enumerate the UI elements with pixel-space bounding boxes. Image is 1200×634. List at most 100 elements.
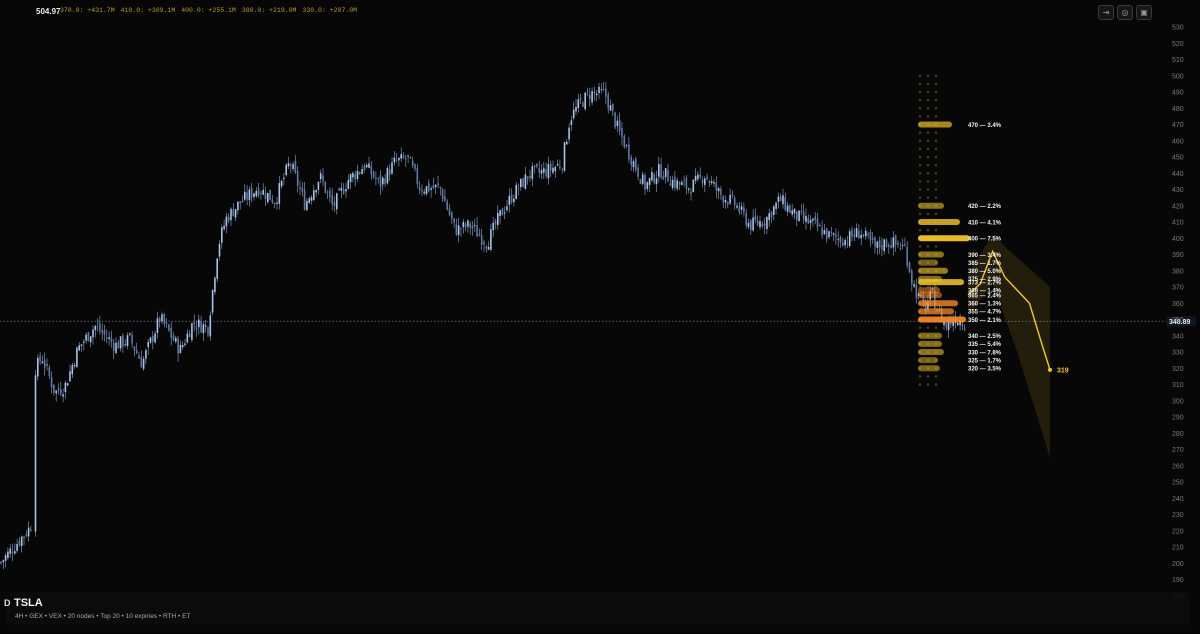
y-tick-label: 370 bbox=[1172, 285, 1184, 292]
candle-body bbox=[405, 158, 407, 160]
candle-body bbox=[255, 191, 258, 197]
candle-body bbox=[621, 127, 623, 138]
candle-body bbox=[685, 178, 688, 189]
candle-body bbox=[276, 202, 278, 204]
candle-body bbox=[69, 371, 71, 382]
gex-node-dot bbox=[918, 74, 922, 78]
gex-node-dot bbox=[934, 131, 938, 134]
candle-body bbox=[425, 186, 428, 195]
gex-level-label: 360 — 1.3% bbox=[968, 302, 1002, 308]
candle-body bbox=[851, 229, 853, 237]
gex-node-dot bbox=[934, 74, 938, 78]
candle-body bbox=[230, 208, 232, 221]
candle-body bbox=[717, 188, 720, 192]
gex-level-bar bbox=[918, 235, 970, 242]
candle-body bbox=[365, 165, 368, 168]
target-icon[interactable]: ◎ bbox=[1117, 5, 1133, 20]
y-tick-label: 500 bbox=[1172, 73, 1184, 80]
share-icon[interactable]: ⇥ bbox=[1098, 5, 1114, 20]
candle-body bbox=[372, 171, 375, 178]
candle-body bbox=[354, 174, 356, 180]
candle-body bbox=[692, 179, 695, 193]
candle-body bbox=[232, 209, 235, 217]
gex-node-dot bbox=[934, 196, 938, 199]
candle-body bbox=[947, 321, 950, 331]
y-tick-label: 510 bbox=[1172, 57, 1184, 64]
gex-node-dot bbox=[934, 82, 938, 86]
candle-body bbox=[835, 234, 837, 238]
candle-body bbox=[64, 382, 67, 392]
candle-body bbox=[750, 220, 752, 231]
corner-label: D bbox=[4, 598, 11, 608]
candle-body bbox=[885, 239, 888, 248]
candle-body bbox=[331, 195, 333, 205]
candle-body bbox=[262, 189, 264, 195]
price-axis[interactable]: 530 520 510 500 490 480 470 460 450 440 430 420 410 4… bbox=[1172, 25, 1184, 601]
candle-body bbox=[761, 223, 764, 227]
candle-body bbox=[549, 163, 552, 171]
candle-body bbox=[184, 343, 186, 346]
candle-body bbox=[669, 183, 672, 186]
candle-body bbox=[244, 191, 246, 200]
candle-body bbox=[731, 194, 734, 196]
candle-body bbox=[759, 221, 761, 228]
candle-body bbox=[963, 328, 966, 330]
gex-node-dot bbox=[926, 383, 930, 386]
candle-body bbox=[287, 163, 290, 167]
gex-summary-item: 410.0: +309.1M bbox=[120, 7, 176, 14]
candle-body bbox=[377, 177, 379, 179]
candle-body bbox=[234, 209, 237, 218]
candle-body bbox=[904, 244, 906, 246]
candle-body bbox=[510, 194, 513, 203]
gex-node-dot bbox=[918, 98, 922, 102]
candle-body bbox=[609, 105, 612, 111]
gex-node-dot bbox=[918, 196, 922, 199]
candle-body bbox=[267, 193, 269, 203]
candle-body bbox=[119, 336, 122, 349]
candle-body bbox=[172, 335, 175, 341]
candle-body bbox=[85, 334, 87, 341]
candle-body bbox=[248, 189, 251, 201]
price-chart[interactable]: 348.89 319 470 — 3.4%420 — 2.2%410 — 4.1… bbox=[0, 0, 1200, 634]
candle-body bbox=[862, 234, 865, 236]
candle-body bbox=[738, 206, 741, 213]
candle-body bbox=[223, 225, 225, 230]
candle-body bbox=[630, 157, 632, 165]
y-tick-label: 310 bbox=[1172, 382, 1184, 389]
gex-node-dot bbox=[918, 155, 922, 159]
candle-body bbox=[911, 270, 913, 284]
candle-body bbox=[152, 336, 154, 342]
candle-body bbox=[639, 179, 642, 184]
y-tick-label: 400 bbox=[1172, 236, 1184, 243]
candle-body bbox=[347, 179, 350, 189]
candle-body bbox=[407, 155, 409, 157]
candle-body bbox=[538, 168, 540, 173]
candle-body bbox=[25, 534, 28, 536]
candle-body bbox=[770, 211, 773, 218]
y-tick-label: 360 bbox=[1172, 301, 1184, 308]
candle-body bbox=[888, 245, 890, 247]
candle-body bbox=[823, 230, 826, 234]
gex-level-label: 400 — 7.5% bbox=[968, 237, 1002, 243]
y-tick-label: 290 bbox=[1172, 415, 1184, 422]
gex-level-label: 410 — 4.1% bbox=[968, 220, 1002, 226]
candle-body bbox=[641, 174, 644, 184]
gex-level-bar bbox=[918, 259, 938, 266]
ticker-symbol[interactable]: TSLA bbox=[14, 597, 43, 609]
candle-body bbox=[457, 225, 460, 236]
candle-body bbox=[809, 220, 812, 223]
gex-node-dot bbox=[918, 163, 922, 167]
candle-body bbox=[138, 355, 140, 359]
candle-body bbox=[906, 246, 908, 266]
gex-node-dot bbox=[934, 326, 938, 329]
gex-level-bar bbox=[918, 267, 948, 274]
candle-body bbox=[221, 227, 223, 243]
candle-body bbox=[402, 155, 405, 158]
candle-body bbox=[179, 344, 182, 354]
candle-body bbox=[66, 383, 69, 386]
candle-body bbox=[18, 540, 21, 545]
candle-body bbox=[103, 329, 106, 335]
gex-node-dot bbox=[926, 326, 930, 329]
camera-icon[interactable]: ▣ bbox=[1136, 5, 1152, 20]
candle-body bbox=[821, 227, 823, 236]
